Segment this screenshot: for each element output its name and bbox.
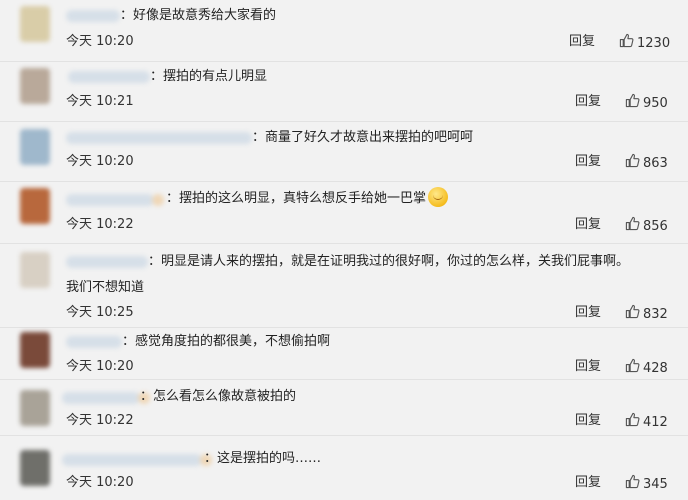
like-button[interactable]: 863: [625, 153, 668, 174]
username-blurred[interactable]: [66, 336, 122, 348]
comment-text: ：商量了好久才故意出来摆拍的吧呵呵: [252, 130, 474, 145]
thumbs-up-icon: [619, 33, 637, 54]
reply-button[interactable]: 回复: [575, 93, 601, 111]
like-button[interactable]: 1230: [619, 33, 670, 54]
comment-item: ：好像是故意秀给大家看的 今天 10:20 回复 1230: [0, 0, 688, 62]
comment-item: ：明显是请人来的摆拍，就是在证明我过的很好啊，你过的怎么样，关我们屁事啊。 我们…: [0, 244, 688, 328]
reply-button[interactable]: 回复: [569, 33, 595, 51]
comment-text: ：摆拍的有点儿明显: [150, 69, 268, 84]
comment-item: ：商量了好久才故意出来摆拍的吧呵呵 今天 10:20 回复 863: [0, 122, 688, 182]
comment-item: ：怎么看怎么像故意被拍的 今天 10:22 回复 412: [0, 380, 688, 436]
comment-text: ：怎么看怎么像故意被拍的: [140, 389, 297, 404]
avatar[interactable]: [20, 68, 50, 104]
avatar[interactable]: [20, 6, 50, 42]
comment-item: ：摆拍的这么明显，真特么想反手给她一巴掌 今天 10:22 回复 856: [0, 182, 688, 244]
avatar[interactable]: [20, 450, 50, 486]
like-button[interactable]: 832: [625, 304, 668, 325]
comment-text: ：这是摆拍的吗……: [204, 451, 322, 466]
like-button[interactable]: 950: [625, 93, 668, 114]
like-count: 832: [643, 306, 668, 322]
comment-time: 今天 10:25: [66, 305, 134, 320]
comment-time: 今天 10:20: [66, 34, 134, 49]
like-button[interactable]: 856: [625, 216, 668, 237]
like-button[interactable]: 412: [625, 412, 668, 433]
thumbs-up-icon: [625, 216, 643, 237]
reply-button[interactable]: 回复: [575, 412, 601, 430]
username-blurred[interactable]: [66, 256, 148, 268]
username-blurred[interactable]: [62, 454, 212, 466]
reply-button[interactable]: 回复: [575, 304, 601, 322]
thumbs-up-icon: [625, 304, 643, 325]
comment-item: ：这是摆拍的吗…… 今天 10:20 回复 345: [0, 436, 688, 500]
comment-text-continued: 我们不想知道: [66, 280, 145, 295]
reply-button[interactable]: 回复: [575, 474, 601, 492]
like-count: 856: [643, 218, 668, 234]
username-blurred[interactable]: [66, 10, 120, 22]
username-blurred[interactable]: [68, 71, 150, 83]
comment-time: 今天 10:21: [66, 94, 134, 109]
username-blurred[interactable]: [62, 392, 150, 404]
thumbs-up-icon: [625, 153, 643, 174]
like-count: 428: [643, 360, 668, 376]
thumbs-up-icon: [625, 93, 643, 114]
like-count: 950: [643, 95, 668, 111]
like-count: 412: [643, 414, 668, 430]
comment-time: 今天 10:20: [66, 154, 134, 169]
comment-time: 今天 10:20: [66, 359, 134, 374]
comment-text: ：好像是故意秀给大家看的: [120, 8, 277, 23]
emoji-icon: [428, 187, 449, 207]
reply-button[interactable]: 回复: [575, 153, 601, 171]
username-blurred[interactable]: [66, 194, 164, 206]
username-blurred[interactable]: [66, 132, 252, 144]
comment-time: 今天 10:22: [66, 217, 134, 232]
comment-text: ：明显是请人来的摆拍，就是在证明我过的很好啊，你过的怎么样，关我们屁事啊。: [148, 254, 630, 269]
thumbs-up-icon: [625, 358, 643, 379]
comment-text: ：摆拍的这么明显，真特么想反手给她一巴掌: [166, 187, 449, 211]
reply-button[interactable]: 回复: [575, 216, 601, 234]
avatar[interactable]: [20, 332, 50, 368]
like-button[interactable]: 428: [625, 358, 668, 379]
comment-feed: ：好像是故意秀给大家看的 今天 10:20 回复 1230 ：摆拍的有点儿明显 …: [0, 0, 688, 500]
like-button[interactable]: 345: [625, 474, 668, 495]
thumbs-up-icon: [625, 412, 643, 433]
avatar[interactable]: [20, 252, 50, 288]
avatar[interactable]: [20, 390, 50, 426]
comment-time: 今天 10:22: [66, 413, 134, 428]
reply-button[interactable]: 回复: [575, 358, 601, 376]
avatar[interactable]: [20, 188, 50, 224]
comment-item: ：摆拍的有点儿明显 今天 10:21 回复 950: [0, 62, 688, 122]
comment-text: ：感觉角度拍的都很美，不想偷拍啊: [122, 334, 331, 349]
thumbs-up-icon: [625, 474, 643, 495]
like-count: 345: [643, 476, 668, 492]
like-count: 1230: [637, 35, 671, 51]
like-count: 863: [643, 155, 668, 171]
comment-item: ：感觉角度拍的都很美，不想偷拍啊 今天 10:20 回复 428: [0, 328, 688, 380]
avatar[interactable]: [20, 129, 50, 165]
comment-time: 今天 10:20: [66, 475, 134, 490]
